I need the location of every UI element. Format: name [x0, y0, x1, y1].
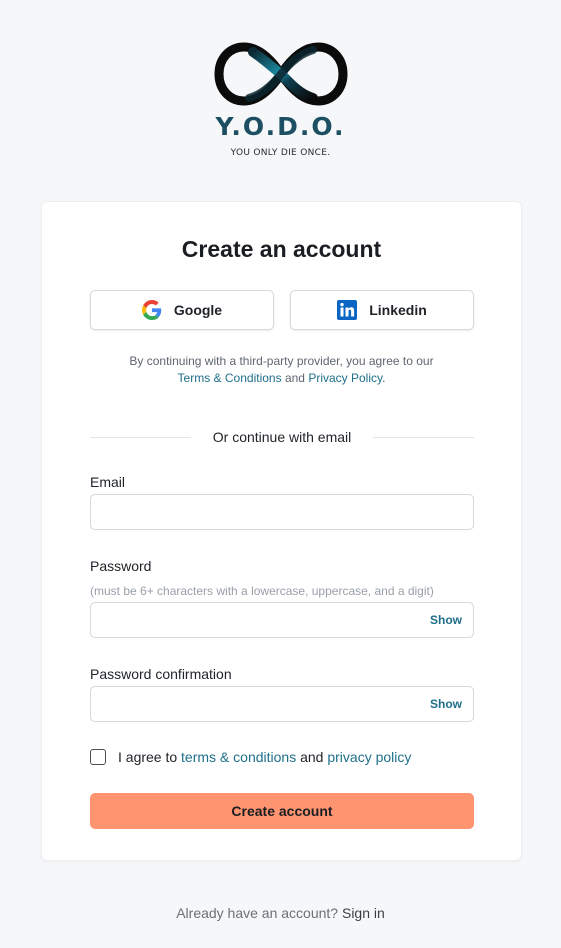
agree-privacy-link[interactable]: privacy policy	[327, 749, 411, 765]
password-hint: (must be 6+ characters with a lowercase,…	[90, 584, 434, 598]
brand-name: Y.O.D.O.	[215, 112, 346, 141]
disclaimer-and: and	[284, 371, 305, 385]
password-show-toggle[interactable]: Show	[430, 613, 462, 627]
page-title: Create an account	[181, 236, 382, 262]
email-divider: Or continue with email	[90, 429, 475, 445]
agree-and: and	[300, 749, 324, 765]
agree-terms-link[interactable]: terms & conditions	[181, 749, 296, 765]
create-account-button[interactable]: Create account	[90, 793, 474, 829]
google-signup-button[interactable]: Google	[90, 290, 274, 330]
third-party-disclaimer: By continuing with a third-party provide…	[42, 353, 521, 387]
signup-card: Create an account Google Linkedin By con…	[41, 201, 522, 861]
password-label: Password	[90, 558, 152, 574]
brand-tagline: YOU ONLY DIE ONCE.	[230, 148, 331, 158]
google-icon	[141, 300, 162, 320]
infinity-logo-icon	[213, 42, 348, 106]
linkedin-icon	[337, 300, 358, 320]
disclaimer-text: By continuing with a third-party provide…	[129, 354, 434, 368]
agree-checkbox[interactable]	[90, 749, 106, 765]
divider-text: Or continue with email	[212, 429, 352, 445]
agree-text: I agree to terms & conditions and privac…	[118, 749, 411, 765]
agree-prefix: I agree to	[118, 749, 178, 765]
signin-prompt: Already have an account? Sign in	[0, 905, 561, 921]
email-label: Email	[90, 474, 126, 490]
email-input[interactable]	[90, 494, 474, 530]
linkedin-signup-button[interactable]: Linkedin	[290, 290, 474, 330]
privacy-link[interactable]: Privacy Policy.	[308, 371, 385, 385]
signin-link[interactable]: Sign in	[342, 905, 385, 921]
signin-prompt-text: Already have an account?	[176, 905, 339, 921]
google-button-label: Google	[173, 302, 223, 318]
divider-line-left	[90, 436, 191, 438]
password-input[interactable]	[90, 602, 474, 638]
terms-link[interactable]: Terms & Conditions	[178, 371, 282, 385]
linkedin-button-label: Linkedin	[369, 302, 427, 318]
divider-line-right	[373, 436, 475, 438]
password-confirmation-label: Password confirmation	[90, 666, 232, 682]
brand-logo: Y.O.D.O. YOU ONLY DIE ONCE.	[0, 38, 561, 158]
password-confirmation-input[interactable]	[90, 686, 474, 722]
password-confirmation-show-toggle[interactable]: Show	[430, 697, 462, 711]
